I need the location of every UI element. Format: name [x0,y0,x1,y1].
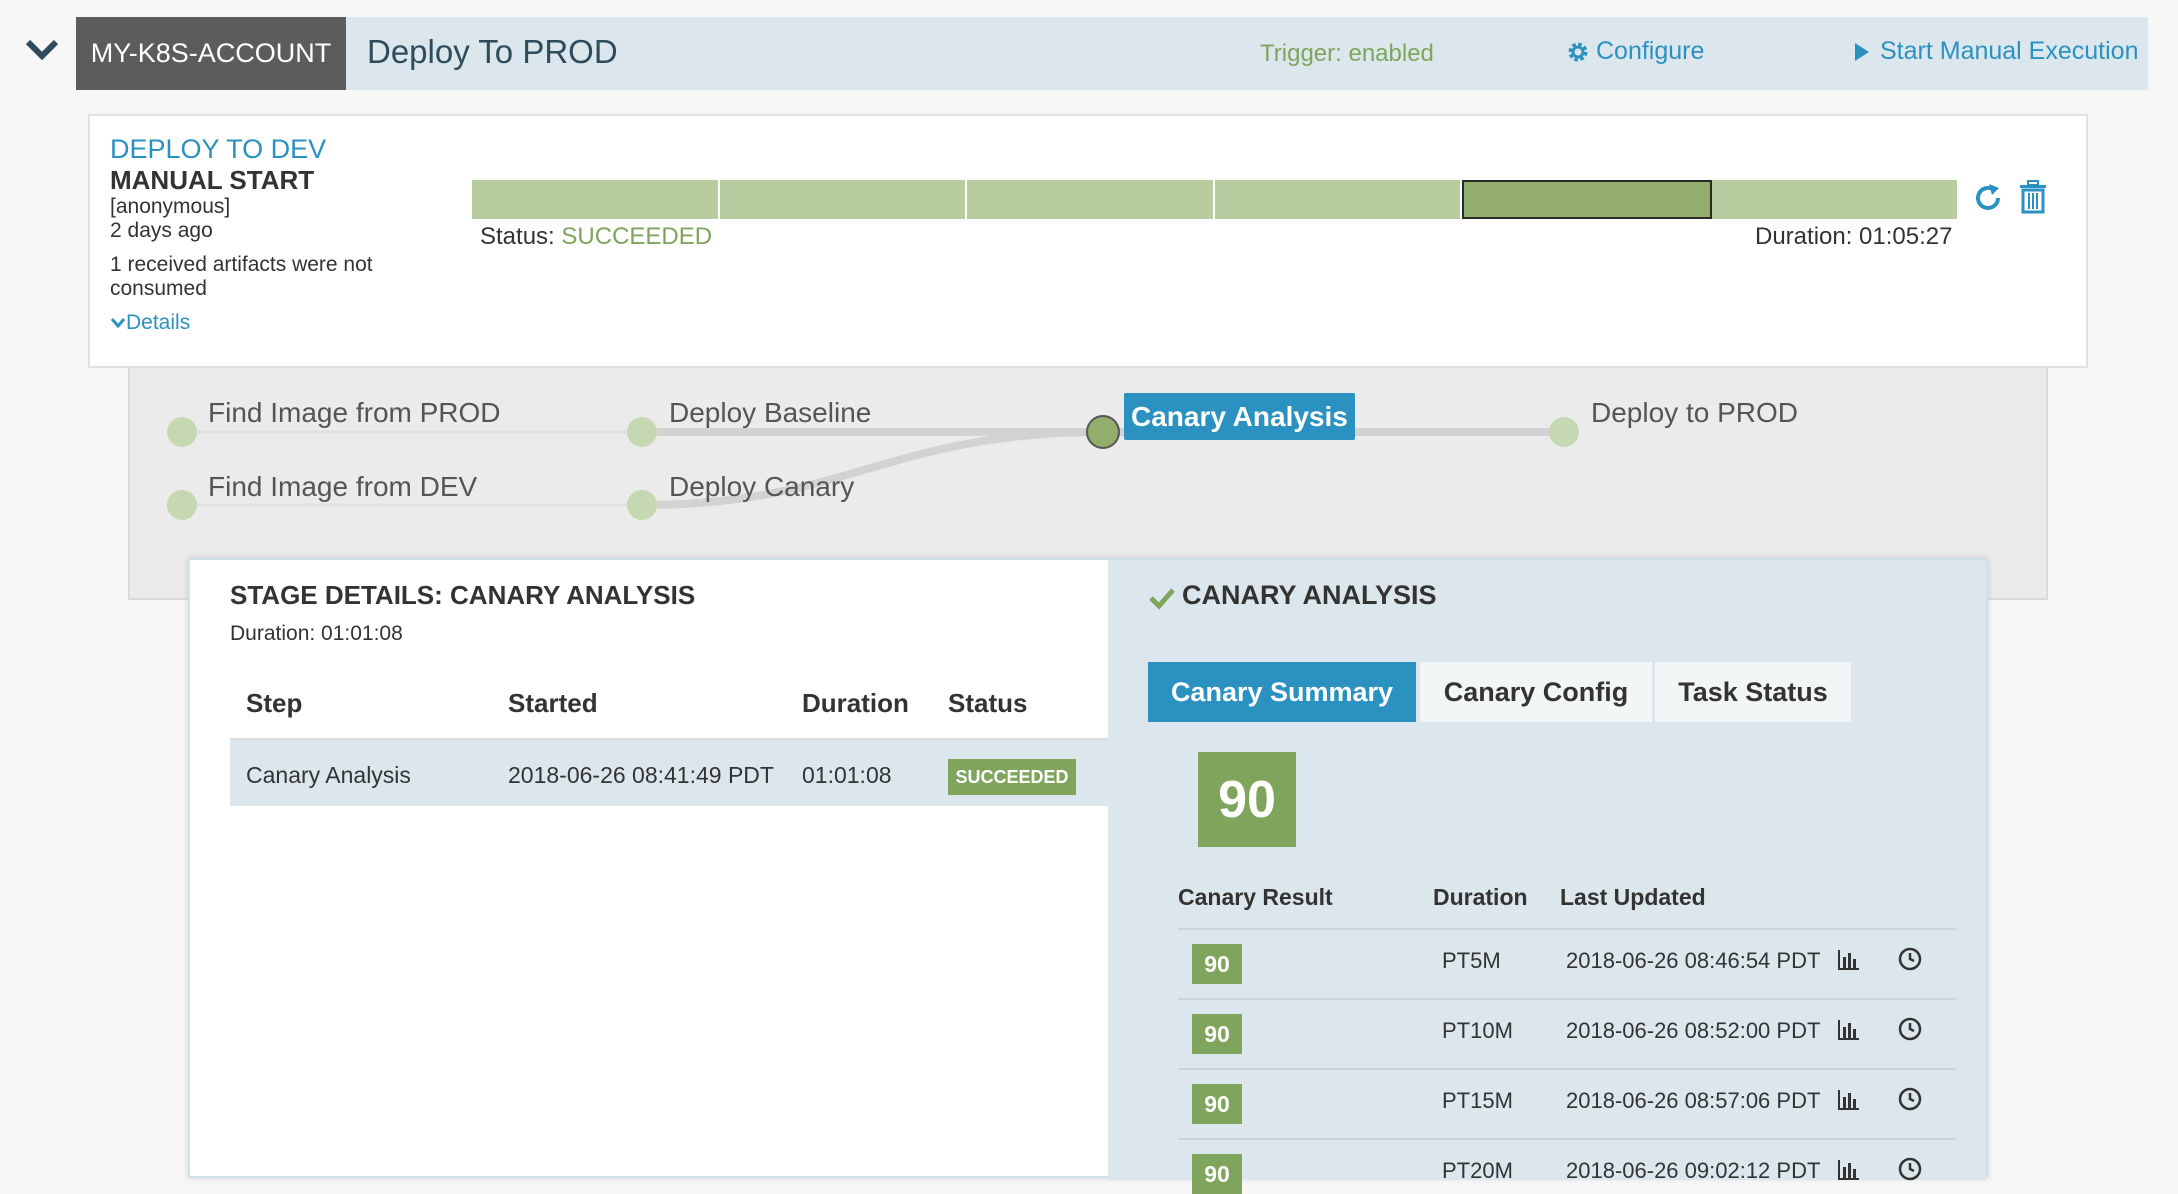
result-last-updated: 2018-06-26 08:52:00 PDT [1566,1018,1821,1043]
pipeline-name: Deploy To PROD [367,33,618,70]
stage-node-find-image-prod[interactable] [167,417,197,447]
status-value: SUCCEEDED [561,223,713,250]
gear-icon [1568,42,1588,61]
column-header-last-updated: Last Updated [1560,884,1706,910]
stage-label-deploy-baseline[interactable]: Deploy Baseline [669,397,871,429]
execution-trigger-type: MANUAL START [110,165,315,195]
result-score: 90 [1192,1014,1242,1054]
stage-node-find-image-dev[interactable] [167,490,197,520]
result-score: 90 [1192,944,1242,984]
check-icon [1149,588,1175,610]
account-label: MY-K8S-ACCOUNT [76,17,346,90]
result-last-updated: 2018-06-26 08:46:54 PDT [1566,948,1821,973]
result-last-updated: 2018-06-26 09:02:12 PDT [1566,1158,1821,1183]
chevron-down-icon [110,318,126,329]
canary-heading: CANARY ANALYSIS [1182,580,1437,610]
trash-icon[interactable] [2018,180,2048,214]
trigger-status: Trigger: enabled [1260,40,1434,67]
column-header-started: Started [508,688,598,718]
execution-user: [anonymous] [110,195,231,218]
result-divider [1178,1068,1956,1070]
stage-label-deploy-prod[interactable]: Deploy to PROD [1591,397,1798,429]
stage-segment[interactable] [1214,180,1462,219]
result-duration: PT20M [1442,1158,1513,1183]
start-manual-execution-button[interactable]: Start Manual Execution [1854,37,2138,66]
details-toggle[interactable]: Details [110,311,190,335]
result-duration: PT10M [1442,1018,1513,1043]
refresh-icon[interactable] [1972,182,2004,214]
stage-node-deploy-prod[interactable] [1549,417,1579,447]
tab-canary-summary[interactable]: Canary Summary [1148,662,1416,722]
stage-segment[interactable] [1711,180,1957,219]
bar-chart-icon[interactable] [1835,1156,1861,1182]
result-score: 90 [1192,1084,1242,1124]
execution-duration: Duration: 01:05:27 [1755,223,1953,250]
execution-status: Status: SUCCEEDED [480,223,712,251]
stage-label-find-image-prod[interactable]: Find Image from PROD [208,397,501,429]
configure-button[interactable]: Configure [1566,37,1704,66]
stage-label-canary-analysis[interactable]: Canary Analysis [1124,393,1355,440]
column-header-step: Step [246,688,303,718]
status-label: Status: [480,223,555,250]
stage-segment[interactable] [472,180,720,219]
bar-chart-icon[interactable] [1835,1086,1861,1112]
result-score: 90 [1192,1154,1242,1194]
result-divider [1178,998,1956,1000]
tab-canary-config[interactable]: Canary Config [1420,662,1652,722]
stage-node-canary-analysis[interactable] [1086,415,1120,449]
clock-icon[interactable] [1897,946,1923,972]
row-duration: 01:01:08 [802,762,892,788]
column-header-canary-result: Canary Result [1178,884,1333,910]
chevron-down-icon[interactable] [22,30,62,70]
column-header-duration: Duration [802,688,909,718]
execution-progress-bar [472,180,1957,219]
stage-segment[interactable] [967,180,1215,219]
clock-icon[interactable] [1897,1086,1923,1112]
result-divider [1178,1138,1956,1140]
stage-node-deploy-canary[interactable] [627,490,657,520]
stage-segment[interactable] [719,180,967,219]
bar-chart-icon[interactable] [1835,1016,1861,1042]
result-last-updated: 2018-06-26 08:57:06 PDT [1566,1088,1821,1113]
result-duration: PT15M [1442,1088,1513,1113]
configure-label: Configure [1596,37,1705,65]
stage-details-title: STAGE DETAILS: CANARY ANALYSIS [230,580,696,610]
row-step: Canary Analysis [246,762,411,788]
execution-time: 2 days ago [110,219,213,242]
column-header-status: Status [948,688,1028,718]
start-manual-execution-label: Start Manual Execution [1880,37,2139,65]
tab-task-status[interactable]: Task Status [1655,662,1851,722]
stage-label-deploy-canary[interactable]: Deploy Canary [669,471,854,503]
bar-chart-icon[interactable] [1835,946,1861,972]
details-label: Details [126,311,191,334]
clock-icon[interactable] [1897,1156,1923,1182]
result-divider [1178,928,1956,930]
stage-details-duration: Duration: 01:01:08 [230,622,403,645]
stage-label-find-image-dev[interactable]: Find Image from DEV [208,471,477,503]
status-badge: SUCCEEDED [948,759,1076,795]
canary-score: 90 [1198,752,1296,847]
artifacts-note: 1 received artifacts were not consumed [110,253,373,300]
result-duration: PT5M [1442,948,1501,973]
column-header-result-duration: Duration [1433,884,1528,910]
execution-title[interactable]: DEPLOY TO DEV [110,134,326,165]
row-started: 2018-06-26 08:41:49 PDT [508,762,774,788]
play-icon [1855,42,1869,61]
clock-icon[interactable] [1897,1016,1923,1042]
stage-segment[interactable] [1462,180,1712,219]
stage-node-deploy-baseline[interactable] [627,417,657,447]
